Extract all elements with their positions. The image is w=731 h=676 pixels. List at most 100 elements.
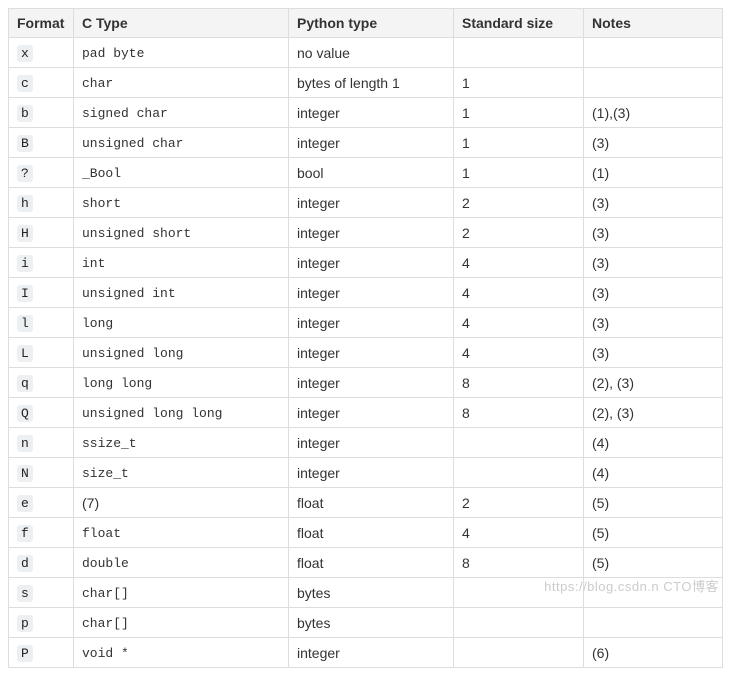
format-char: q — [17, 375, 33, 392]
format-char: d — [17, 555, 33, 572]
cell-ctype: unsigned long long — [74, 398, 289, 428]
cell-ptype: integer — [289, 248, 454, 278]
ctype-value: unsigned short — [82, 226, 191, 241]
ctype-value: char[] — [82, 586, 129, 601]
cell-ssize: 1 — [454, 128, 584, 158]
cell-ssize: 8 — [454, 398, 584, 428]
cell-format: e — [9, 488, 74, 518]
format-char: x — [17, 45, 33, 62]
cell-ssize: 4 — [454, 338, 584, 368]
ctype-value: signed char — [82, 106, 168, 121]
ctype-value: void * — [82, 646, 129, 661]
cell-ctype: double — [74, 548, 289, 578]
table-row: ?_Boolbool1(1) — [9, 158, 723, 188]
cell-ptype: integer — [289, 308, 454, 338]
table-row: iintinteger4(3) — [9, 248, 723, 278]
cell-notes: (5) — [584, 548, 723, 578]
table-row: hshortinteger2(3) — [9, 188, 723, 218]
cell-format: Q — [9, 398, 74, 428]
header-ptype: Python type — [289, 9, 454, 38]
cell-ptype: integer — [289, 398, 454, 428]
cell-ctype: signed char — [74, 98, 289, 128]
ctype-value: pad byte — [82, 46, 144, 61]
cell-ctype: char[] — [74, 608, 289, 638]
cell-format: d — [9, 548, 74, 578]
format-char: P — [17, 645, 33, 662]
cell-ptype: no value — [289, 38, 454, 68]
cell-notes: (3) — [584, 308, 723, 338]
cell-ssize: 4 — [454, 518, 584, 548]
cell-ctype: unsigned char — [74, 128, 289, 158]
format-char: Q — [17, 405, 33, 422]
format-char: p — [17, 615, 33, 632]
cell-format: b — [9, 98, 74, 128]
cell-notes — [584, 578, 723, 608]
format-char: e — [17, 495, 33, 512]
table-row: Pvoid *integer(6) — [9, 638, 723, 668]
cell-ptype: integer — [289, 368, 454, 398]
table-row: ddoublefloat8(5) — [9, 548, 723, 578]
header-notes: Notes — [584, 9, 723, 38]
ctype-value: float — [82, 526, 121, 541]
cell-format: ? — [9, 158, 74, 188]
cell-format: c — [9, 68, 74, 98]
format-char: h — [17, 195, 33, 212]
cell-notes: (3) — [584, 128, 723, 158]
cell-notes: (1) — [584, 158, 723, 188]
table-row: pchar[]bytes — [9, 608, 723, 638]
header-format: Format — [9, 9, 74, 38]
cell-ssize: 4 — [454, 308, 584, 338]
cell-format: p — [9, 608, 74, 638]
cell-ssize — [454, 428, 584, 458]
cell-ctype: size_t — [74, 458, 289, 488]
cell-ctype: char — [74, 68, 289, 98]
format-char: l — [17, 315, 33, 332]
cell-ctype: unsigned long — [74, 338, 289, 368]
cell-ssize — [454, 638, 584, 668]
cell-ctype: short — [74, 188, 289, 218]
format-char: N — [17, 465, 33, 482]
cell-notes — [584, 608, 723, 638]
table-row: ccharbytes of length 11 — [9, 68, 723, 98]
cell-ssize — [454, 608, 584, 638]
cell-ssize: 2 — [454, 188, 584, 218]
cell-ctype: void * — [74, 638, 289, 668]
cell-format: I — [9, 278, 74, 308]
cell-notes: (3) — [584, 218, 723, 248]
header-ssize: Standard size — [454, 9, 584, 38]
cell-format: i — [9, 248, 74, 278]
cell-format: x — [9, 38, 74, 68]
cell-ptype: integer — [289, 98, 454, 128]
cell-ptype: integer — [289, 188, 454, 218]
cell-notes: (5) — [584, 488, 723, 518]
table-row: bsigned charinteger1(1),(3) — [9, 98, 723, 128]
cell-format: h — [9, 188, 74, 218]
cell-notes — [584, 38, 723, 68]
cell-ctype: unsigned int — [74, 278, 289, 308]
cell-ptype: integer — [289, 218, 454, 248]
cell-format: n — [9, 428, 74, 458]
ctype-value: size_t — [82, 466, 129, 481]
ctype-value: _Bool — [82, 166, 121, 181]
ctype-value: ssize_t — [82, 436, 137, 451]
ctype-value: unsigned char — [82, 136, 183, 151]
table-row: Bunsigned charinteger1(3) — [9, 128, 723, 158]
ctype-value: unsigned long — [82, 346, 183, 361]
cell-notes: (4) — [584, 458, 723, 488]
cell-ssize: 2 — [454, 218, 584, 248]
cell-format: l — [9, 308, 74, 338]
table-row: Iunsigned intinteger4(3) — [9, 278, 723, 308]
cell-format: s — [9, 578, 74, 608]
table-row: nssize_tinteger(4) — [9, 428, 723, 458]
cell-notes: (3) — [584, 278, 723, 308]
ctype-value: double — [82, 556, 129, 571]
table-row: Nsize_tinteger(4) — [9, 458, 723, 488]
cell-notes: (3) — [584, 338, 723, 368]
ctype-value: int — [82, 256, 105, 271]
cell-format: P — [9, 638, 74, 668]
cell-ptype: float — [289, 548, 454, 578]
cell-ptype: integer — [289, 278, 454, 308]
cell-notes: (6) — [584, 638, 723, 668]
cell-ssize — [454, 578, 584, 608]
ctype-value: unsigned long long — [82, 406, 222, 421]
